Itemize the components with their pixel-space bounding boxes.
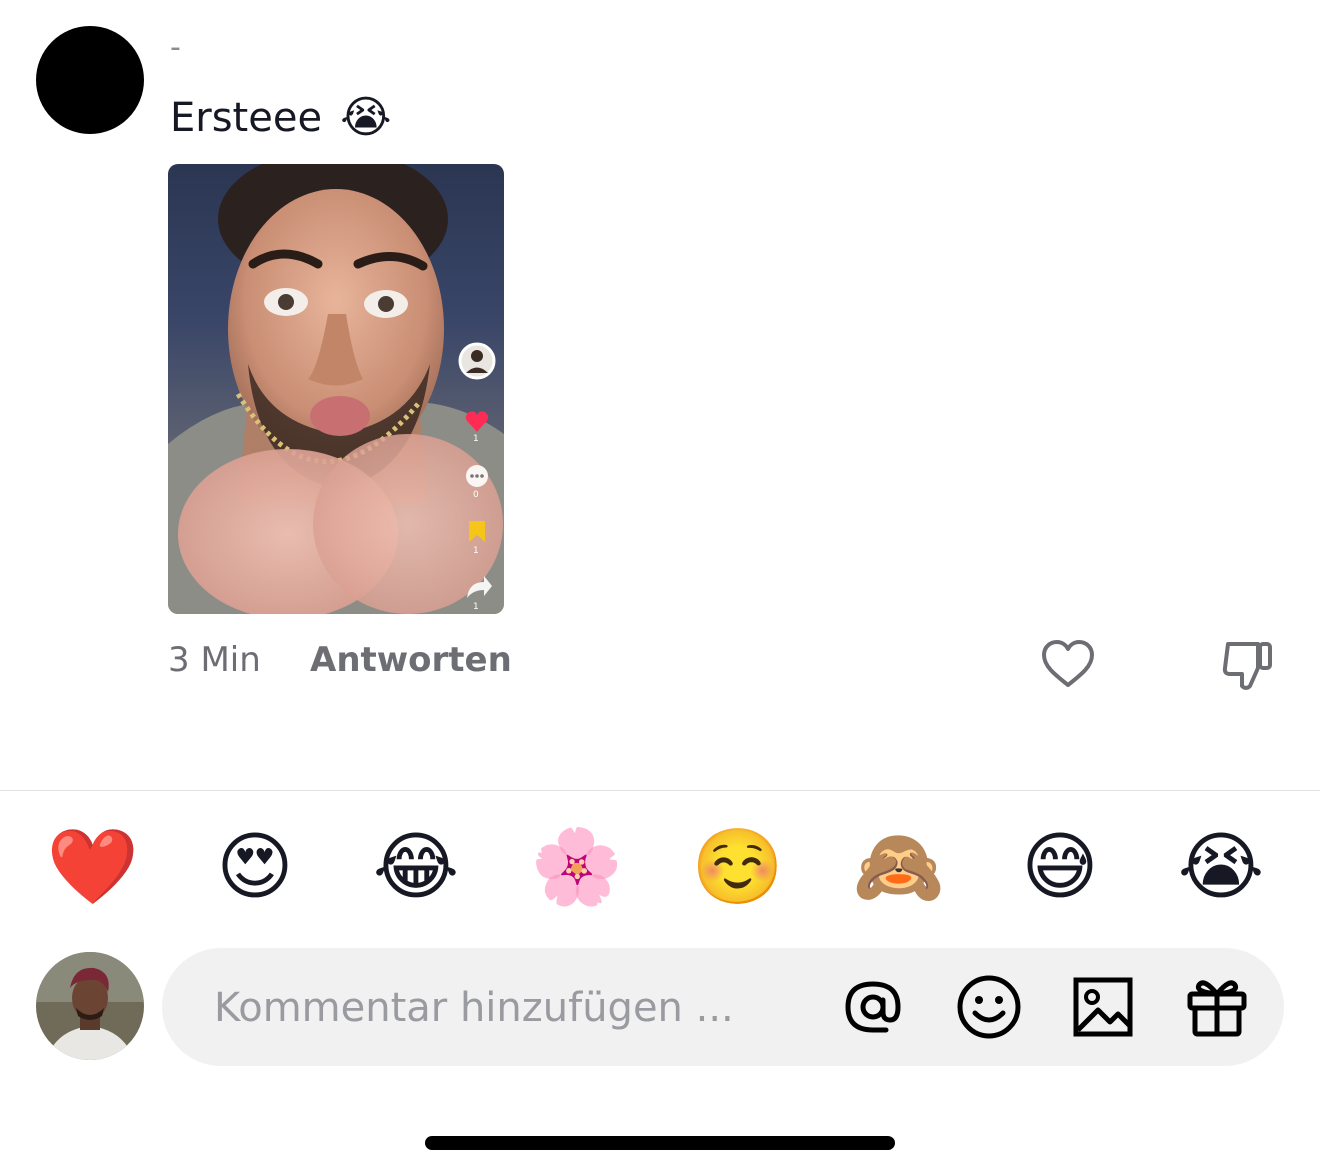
bookmark-count: 1: [473, 546, 479, 556]
loudly-crying-emoji: 😭: [340, 92, 392, 143]
comment-body: Ersteee 😭: [170, 92, 392, 143]
comment-timestamp: 3 Min: [168, 640, 261, 680]
gift-icon[interactable]: [1182, 972, 1252, 1042]
commenter-avatar[interactable]: [36, 26, 144, 134]
user-photo: [36, 952, 144, 1060]
like-count: 1: [473, 434, 479, 444]
comment-composer: [162, 948, 1284, 1066]
current-user-avatar[interactable]: [36, 952, 144, 1060]
emoji-see-no-evil-monkey[interactable]: 🙈: [844, 812, 954, 922]
home-indicator: [425, 1136, 895, 1150]
share-count: 1: [473, 602, 479, 612]
video-frame-illustration: [168, 164, 504, 614]
divider: [0, 790, 1320, 791]
comment-input[interactable]: [212, 978, 796, 1038]
comment-count: 0: [473, 490, 479, 500]
emoji-tears-of-joy[interactable]: 😂: [361, 812, 471, 922]
comment-text: Ersteee: [170, 94, 323, 141]
dislike-icon[interactable]: [1220, 638, 1276, 692]
like-heart-icon[interactable]: [1040, 638, 1096, 690]
emoji-loudly-crying[interactable]: 😭: [1166, 812, 1276, 922]
attached-video-thumbnail[interactable]: 1 0 1 1: [168, 164, 504, 614]
emoji-grinning-sweat[interactable]: 😅: [1005, 812, 1115, 922]
emoji-red-heart[interactable]: ❤️: [38, 812, 148, 922]
emoji-smiling-face[interactable]: ☺️: [683, 812, 793, 922]
reply-button[interactable]: Antworten: [310, 640, 512, 680]
commenter-username[interactable]: -: [170, 30, 181, 65]
emoji-heart-eyes[interactable]: 😍: [200, 812, 310, 922]
at-icon[interactable]: [838, 972, 908, 1042]
emoji-cherry-blossom[interactable]: 🌸: [522, 812, 632, 922]
image-icon[interactable]: [1068, 972, 1138, 1042]
emoji-icon[interactable]: [954, 972, 1024, 1042]
quick-emoji-bar: ❤️ 😍 😂 🌸 ☺️ 🙈 😅 😭: [0, 812, 1320, 922]
